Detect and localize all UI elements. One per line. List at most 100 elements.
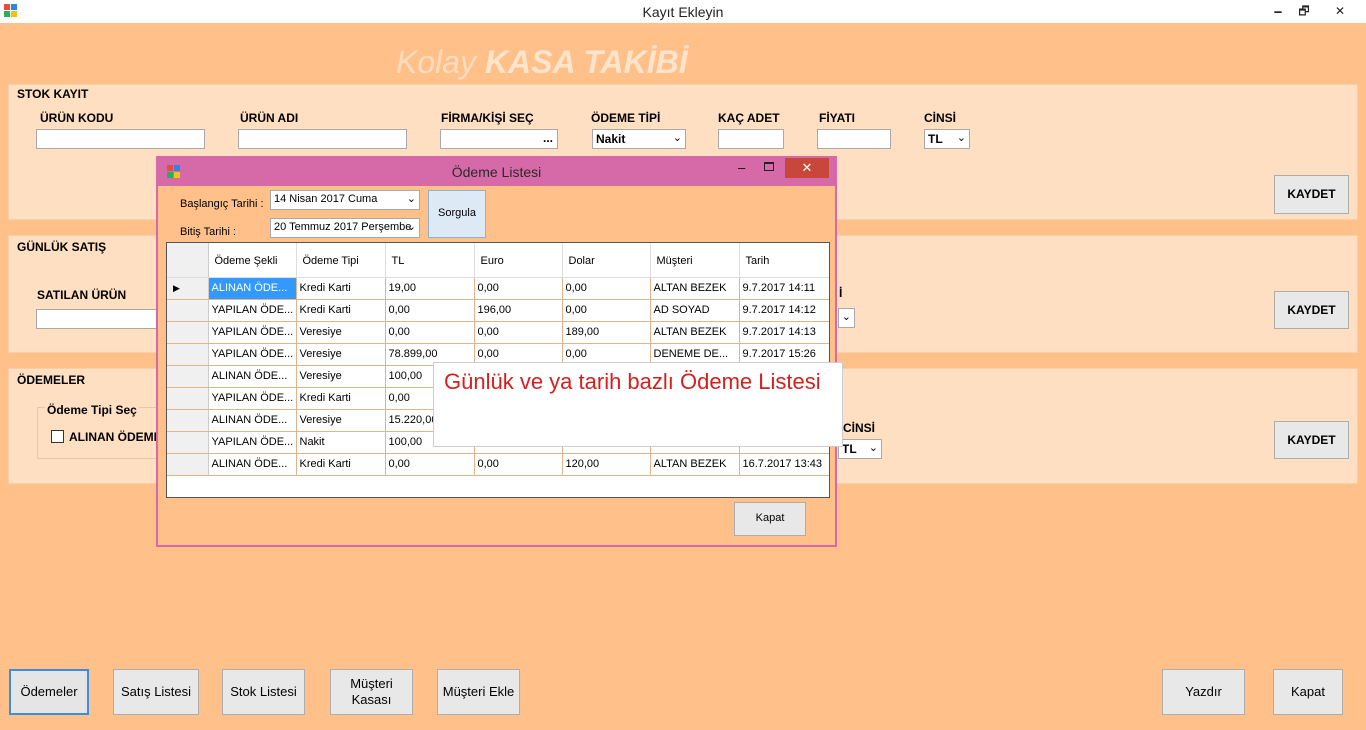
table-cell[interactable]: 196,00 xyxy=(474,299,563,322)
gunluk-cinsi-select[interactable]: ⌄ xyxy=(838,308,855,328)
row-header[interactable] xyxy=(167,343,209,366)
table-row[interactable]: ▶ ALINAN ÖDE... Kredi Karti 19,00 0,00 0,00 AL… xyxy=(167,277,829,300)
table-cell[interactable]: 0,00 xyxy=(385,453,475,476)
odemeler-title: ÖDEMELER xyxy=(17,373,86,387)
chevron-down-icon: ⌄ xyxy=(672,132,682,144)
column-header[interactable]: Müşteri xyxy=(650,243,740,278)
row-header[interactable] xyxy=(167,321,209,344)
column-header[interactable]: Ödeme Tipi xyxy=(296,243,386,278)
table-cell[interactable]: 9.7.2017 14:13 xyxy=(739,321,829,344)
row-header[interactable] xyxy=(167,387,209,410)
print-button[interactable]: Yazdır xyxy=(1162,669,1245,715)
table-cell[interactable]: Veresiye xyxy=(296,321,386,344)
table-cell[interactable]: 189,00 xyxy=(562,321,651,344)
dialog-maximize-icon[interactable] xyxy=(764,162,774,171)
row-header[interactable] xyxy=(167,299,209,322)
table-cell[interactable]: ALINAN ÖDE... xyxy=(208,277,297,300)
table-cell[interactable]: 0,00 xyxy=(385,321,475,344)
odemeler-nav-button[interactable]: Ödemeler xyxy=(9,669,89,715)
column-header[interactable]: Euro xyxy=(474,243,563,278)
table-cell[interactable]: Kredi Karti xyxy=(296,387,386,410)
dialog-close-button[interactable]: Kapat xyxy=(734,502,806,536)
table-cell[interactable]: 16.7.2017 13:43 xyxy=(739,453,829,476)
table-row[interactable]: ALINAN ÖDE... Kredi Karti 0,00 0,00 120,00 AL… xyxy=(167,453,829,476)
firma-input[interactable]: ... xyxy=(440,129,558,149)
row-header[interactable] xyxy=(167,431,209,454)
table-cell[interactable]: Veresiye xyxy=(296,409,386,432)
dialog-close-icon[interactable]: ✕ xyxy=(785,158,829,178)
table-cell[interactable]: 19,00 xyxy=(385,277,475,300)
satilan-urun-input[interactable] xyxy=(36,309,166,329)
end-date-picker[interactable]: 20 Temmuz 2017 Perşembe ⌄ xyxy=(270,218,420,238)
table-cell[interactable]: ALTAN BEZEK xyxy=(650,321,740,344)
close-icon[interactable]: ✕ xyxy=(1318,0,1362,22)
table-cell[interactable]: ALINAN ÖDE... xyxy=(208,365,297,388)
musteri-ekle-button[interactable]: Müşteri Ekle xyxy=(437,669,520,715)
maximize-icon[interactable]: 🗗 xyxy=(1292,0,1316,22)
header-row: Ödeme Şekli Ödeme Tipi TL Euro Dolar Müş… xyxy=(167,243,829,278)
row-header[interactable]: ▶ xyxy=(167,277,209,300)
table-cell[interactable]: 0,00 xyxy=(474,277,563,300)
satis-listesi-button[interactable]: Satış Listesi xyxy=(113,669,199,715)
table-cell[interactable]: Kredi Karti xyxy=(296,299,386,322)
table-cell[interactable]: Kredi Karti xyxy=(296,277,386,300)
gunluk-save-button[interactable]: KAYDET xyxy=(1274,291,1349,329)
table-cell[interactable]: Kredi Karti xyxy=(296,453,386,476)
table-cell[interactable]: ALINAN ÖDE... xyxy=(208,453,297,476)
start-date-label: Başlangıç Tarihi : xyxy=(180,198,264,210)
table-row[interactable]: YAPILAN ÖDE... Kredi Karti 0,00 196,00 0,00 A… xyxy=(167,299,829,322)
cinsi-select[interactable]: TL ⌄ xyxy=(924,129,970,149)
chevron-down-icon: ⌄ xyxy=(841,311,851,323)
table-cell[interactable]: AD SOYAD xyxy=(650,299,740,322)
urun-adi-input[interactable] xyxy=(238,129,407,149)
table-cell[interactable]: YAPILAN ÖDE... xyxy=(208,431,297,454)
chevron-down-icon: ⌄ xyxy=(956,132,966,144)
table-cell[interactable]: 9.7.2017 14:12 xyxy=(739,299,829,322)
odeme-tipi-select[interactable]: Nakit ⌄ xyxy=(592,129,686,149)
dialog-titlebar: Ödeme Listesi – ✕ xyxy=(158,158,835,186)
table-cell[interactable]: Veresiye xyxy=(296,365,386,388)
query-button[interactable]: Sorgula xyxy=(428,190,486,238)
table-cell[interactable]: 0,00 xyxy=(562,299,651,322)
table-cell[interactable]: 9.7.2017 14:11 xyxy=(739,277,829,300)
table-cell[interactable]: 0,00 xyxy=(562,277,651,300)
table-cell[interactable]: YAPILAN ÖDE... xyxy=(208,343,297,366)
column-header[interactable]: Ödeme Şekli xyxy=(208,243,297,278)
table-cell[interactable]: 0,00 xyxy=(474,321,563,344)
fiyati-input[interactable] xyxy=(817,129,891,149)
table-row[interactable]: YAPILAN ÖDE... Veresiye 0,00 0,00 189,00 ALTA… xyxy=(167,321,829,344)
table-cell[interactable]: Veresiye xyxy=(296,343,386,366)
gunluk-satis-title: GÜNLÜK SATIŞ xyxy=(17,240,107,254)
musteri-kasasi-button[interactable]: Müşteri Kasası xyxy=(330,669,413,715)
odemeler-save-button[interactable]: KAYDET xyxy=(1274,421,1349,459)
row-header[interactable] xyxy=(167,409,209,432)
table-cell[interactable]: ALINAN ÖDE... xyxy=(208,409,297,432)
table-cell[interactable]: ALTAN BEZEK xyxy=(650,277,740,300)
column-header[interactable]: TL xyxy=(385,243,475,278)
row-header[interactable] xyxy=(167,365,209,388)
column-header[interactable]: Tarih xyxy=(739,243,829,278)
stok-listesi-button[interactable]: Stok Listesi xyxy=(222,669,305,715)
column-header[interactable]: Dolar xyxy=(562,243,651,278)
table-cell[interactable]: YAPILAN ÖDE... xyxy=(208,387,297,410)
table-cell[interactable]: ALTAN BEZEK xyxy=(650,453,740,476)
table-cell[interactable]: 0,00 xyxy=(474,453,563,476)
dialog-title: Ödeme Listesi xyxy=(451,164,542,180)
table-cell[interactable]: 0,00 xyxy=(385,299,475,322)
dialog-minimize-icon[interactable]: – xyxy=(738,160,754,175)
firma-browse-button[interactable]: ... xyxy=(543,131,553,145)
table-cell[interactable]: YAPILAN ÖDE... xyxy=(208,299,297,322)
urun-kodu-input[interactable] xyxy=(36,129,205,149)
main-close-button[interactable]: Kapat xyxy=(1273,669,1343,715)
alinan-odeme-checkbox[interactable] xyxy=(51,430,64,443)
kac-adet-input[interactable] xyxy=(718,129,784,149)
row-header[interactable] xyxy=(167,453,209,476)
table-cell[interactable]: 120,00 xyxy=(562,453,651,476)
table-cell[interactable]: YAPILAN ÖDE... xyxy=(208,321,297,344)
start-date-picker[interactable]: 14 Nisan 2017 Cuma ⌄ xyxy=(270,190,420,210)
stok-save-button[interactable]: KAYDET xyxy=(1274,175,1349,214)
minimize-icon[interactable]: 🗕 xyxy=(1266,0,1290,22)
odemeler-cinsi-select[interactable]: TL ⌄ xyxy=(838,439,882,459)
brand-light: Kolay xyxy=(396,44,477,80)
table-cell[interactable]: Nakit xyxy=(296,431,386,454)
